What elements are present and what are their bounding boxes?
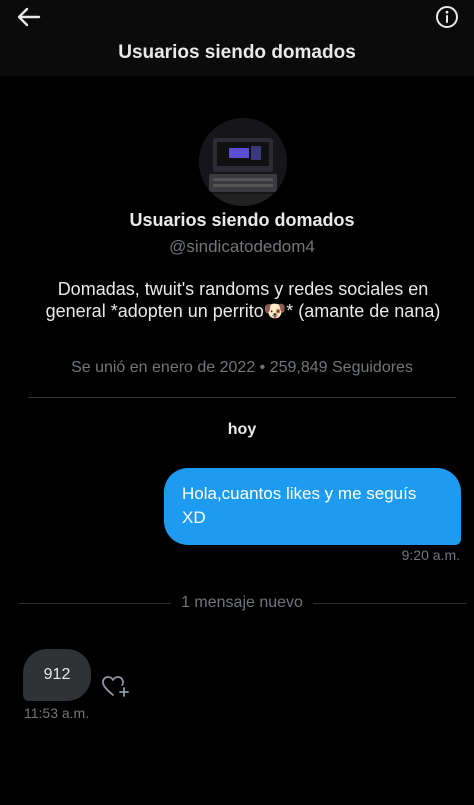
separator-line-right	[312, 602, 467, 604]
top-bar: Usuarios siendo domados	[0, 0, 474, 76]
heart-plus-icon	[102, 676, 129, 697]
arrow-left-icon	[17, 7, 41, 27]
incoming-message-time: 11:53 a.m.	[24, 705, 90, 721]
incoming-message-bubble[interactable]: 912	[23, 649, 91, 701]
page-title: Usuarios siendo domados	[118, 42, 356, 63]
profile-bio: Domadas, twuit's randoms y redes sociale…	[28, 278, 458, 322]
new-message-label: 1 mensaje nuevo	[181, 594, 303, 611]
avatar[interactable]	[199, 118, 287, 206]
profile-meta: Se unió en enero de 2022 • 259,849 Segui…	[71, 359, 413, 376]
outgoing-message-bubble[interactable]: Hola,cuantos likes y me seguís XD	[164, 468, 461, 545]
profile-handle: @sindicatodedom4	[169, 237, 315, 256]
puppy-emoji: 🐶	[263, 301, 287, 321]
outgoing-message-time: 9:20 a.m.	[401, 547, 460, 563]
bio-text-end: * (amante de nana)	[286, 301, 441, 321]
profile-name[interactable]: Usuarios siendo domados	[0, 210, 474, 231]
profile-photo	[199, 118, 287, 206]
date-separator: hoy	[227, 421, 257, 438]
divider	[28, 397, 456, 398]
add-reaction-button[interactable]	[102, 675, 130, 699]
conversation-info-button[interactable]	[434, 4, 460, 30]
info-circle-icon	[436, 6, 458, 28]
separator-line-left	[18, 602, 172, 604]
new-message-separator: 1 mensaje nuevo	[18, 593, 467, 613]
back-button[interactable]	[14, 4, 44, 30]
